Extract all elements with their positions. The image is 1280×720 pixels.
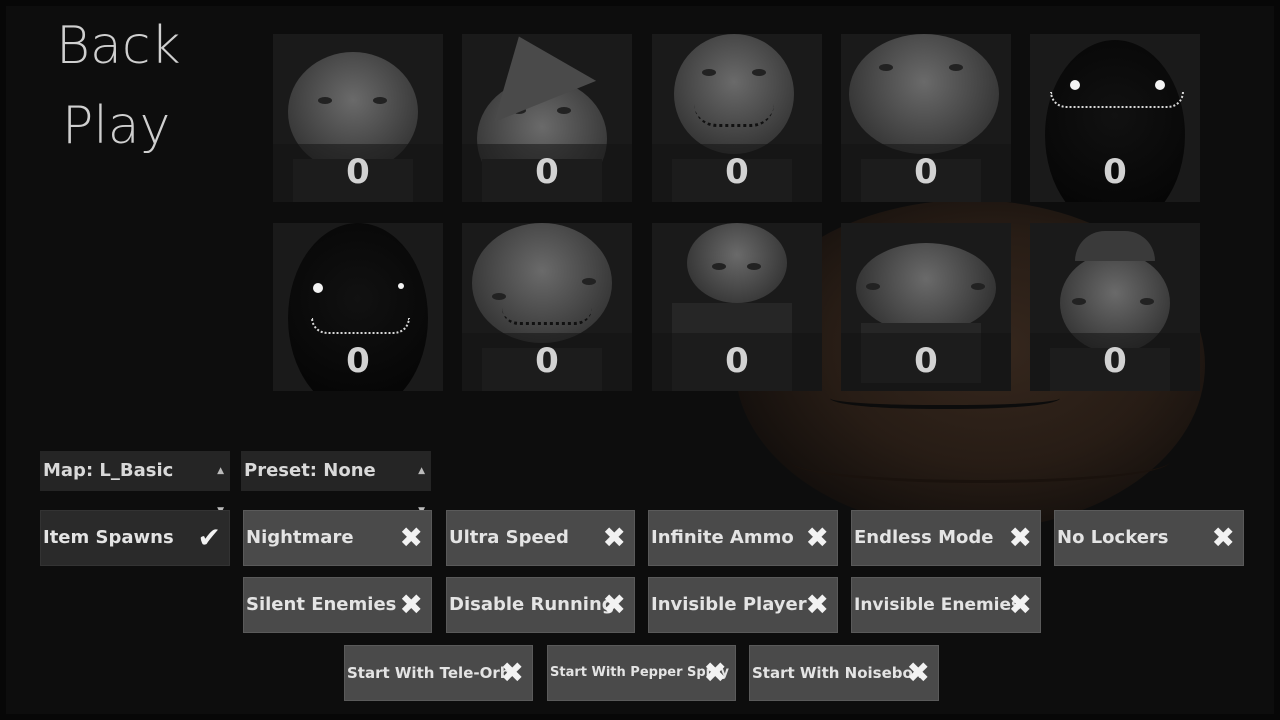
character-count: 0 <box>914 152 938 192</box>
nightmare-toggle[interactable]: Nightmare ✖ <box>243 510 432 566</box>
character-portrait <box>687 223 787 303</box>
character-card-9[interactable]: 0 <box>841 223 1011 391</box>
character-count: 0 <box>535 152 559 192</box>
silent-enemies-toggle[interactable]: Silent Enemies ✖ <box>243 577 432 633</box>
character-portrait <box>856 243 996 333</box>
x-icon: ✖ <box>1008 521 1032 554</box>
character-card-2[interactable]: 0 <box>462 34 632 202</box>
invisible-player-toggle[interactable]: Invisible Player ✖ <box>648 577 838 633</box>
map-select[interactable]: Map: L_Basic ▲▼ <box>40 451 230 516</box>
no-lockers-toggle[interactable]: No Lockers ✖ <box>1054 510 1244 566</box>
character-count: 0 <box>535 341 559 381</box>
start-noisebox-toggle[interactable]: Start With Noisebox ✖ <box>749 645 939 701</box>
x-icon: ✖ <box>602 588 626 621</box>
hat-icon <box>1075 231 1155 261</box>
character-card-1[interactable]: 0 <box>273 34 443 202</box>
character-portrait <box>849 34 999 154</box>
check-icon: ✔ <box>197 521 221 554</box>
character-card-6[interactable]: 0 <box>273 223 443 391</box>
character-card-4[interactable]: 0 <box>841 34 1011 202</box>
infinite-ammo-toggle[interactable]: Infinite Ammo ✖ <box>648 510 838 566</box>
character-card-8[interactable]: 0 <box>652 223 822 391</box>
x-icon: ✖ <box>805 521 829 554</box>
character-card-7[interactable]: 0 <box>462 223 632 391</box>
character-count: 0 <box>1103 341 1127 381</box>
character-count: 0 <box>346 152 370 192</box>
start-pepper-spray-toggle[interactable]: Start With Pepper Spray ✖ <box>547 645 736 701</box>
character-portrait <box>472 223 612 343</box>
x-icon: ✖ <box>805 588 829 621</box>
back-button[interactable]: Back <box>56 20 181 72</box>
endless-mode-toggle[interactable]: Endless Mode ✖ <box>851 510 1041 566</box>
x-icon: ✖ <box>399 588 423 621</box>
character-count: 0 <box>1103 152 1127 192</box>
character-card-10[interactable]: 0 <box>1030 223 1200 391</box>
invisible-enemies-toggle[interactable]: Invisible Enemies ✖ <box>851 577 1041 633</box>
play-button[interactable]: Play <box>62 100 170 152</box>
preset-select-label: Preset: None <box>244 460 376 481</box>
character-count: 0 <box>725 341 749 381</box>
background-mouth-art <box>790 440 1170 483</box>
character-card-5[interactable]: 0 <box>1030 34 1200 202</box>
character-count: 0 <box>346 341 370 381</box>
item-spawns-toggle[interactable]: Item Spawns ✔ <box>40 510 230 566</box>
x-icon: ✖ <box>500 656 524 689</box>
start-tele-orb-toggle[interactable]: Start With Tele-Orb ✖ <box>344 645 533 701</box>
x-icon: ✖ <box>906 656 930 689</box>
map-select-label: Map: L_Basic <box>43 460 174 481</box>
x-icon: ✖ <box>1008 588 1032 621</box>
x-icon: ✖ <box>1211 521 1235 554</box>
character-count: 0 <box>725 152 749 192</box>
ultra-speed-toggle[interactable]: Ultra Speed ✖ <box>446 510 635 566</box>
x-icon: ✖ <box>399 521 423 554</box>
character-card-3[interactable]: 0 <box>652 34 822 202</box>
x-icon: ✖ <box>602 521 626 554</box>
x-icon: ✖ <box>703 656 727 689</box>
character-count: 0 <box>914 341 938 381</box>
preset-select[interactable]: Preset: None ▲▼ <box>241 451 431 516</box>
character-portrait <box>674 34 794 154</box>
disable-running-toggle[interactable]: Disable Running ✖ <box>446 577 635 633</box>
